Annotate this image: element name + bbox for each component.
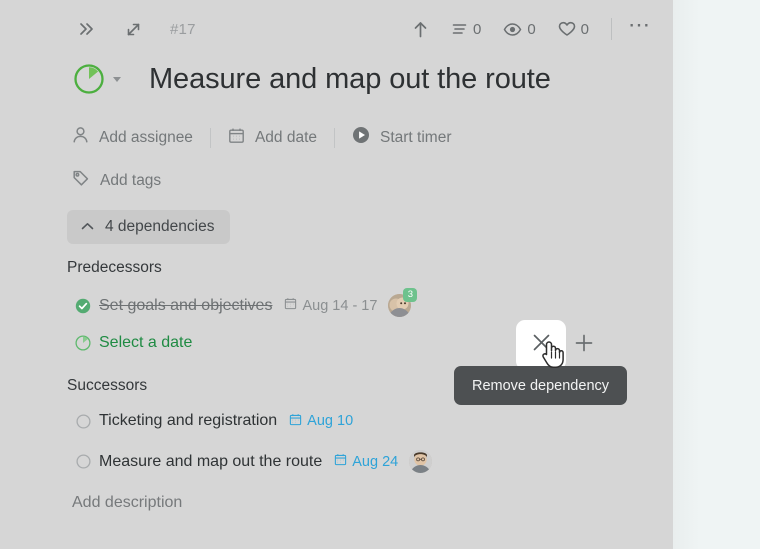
toolbar-left-group: #17	[0, 14, 196, 44]
double-chevron-right-icon[interactable]	[72, 14, 102, 44]
add-date-button[interactable]: Add date	[228, 127, 317, 149]
add-assignee-button[interactable]: Add assignee	[72, 126, 193, 149]
app-root: #17 0 0 0 ⋯ Measure and map out the rout…	[0, 0, 760, 549]
play-circle-icon	[352, 126, 370, 149]
ellipsis-icon[interactable]: ⋯	[628, 14, 651, 38]
add-assignee-label: Add assignee	[99, 128, 193, 146]
likes-stat[interactable]: 0	[558, 21, 589, 38]
toolbar-right-group: 0 0 0 ⋯	[412, 14, 673, 40]
predecessor-date[interactable]: Aug 14 - 17	[284, 297, 377, 314]
task-detail-panel: #17 0 0 0 ⋯ Measure and map out the rout…	[0, 0, 673, 549]
watchers-count: 0	[527, 20, 536, 38]
task-title-row: Measure and map out the route	[72, 62, 551, 96]
dependencies-toggle[interactable]: 4 dependencies	[67, 210, 231, 244]
comments-count: 0	[472, 20, 482, 38]
likes-count: 0	[580, 20, 589, 38]
successor-row-2[interactable]: Measure and map out the route Aug 24	[72, 450, 433, 473]
start-timer-button[interactable]: Start timer	[352, 126, 451, 149]
tag-icon	[72, 169, 90, 192]
avatar-image	[409, 450, 433, 473]
action-divider	[209, 127, 211, 148]
toolbar-divider	[611, 18, 612, 40]
share-button[interactable]	[412, 20, 429, 39]
comments-stat[interactable]: 0	[451, 21, 481, 38]
dependencies-toggle-label: 4 dependencies	[105, 218, 215, 235]
chevron-up-icon	[81, 218, 94, 236]
successor-title[interactable]: Ticketing and registration	[99, 412, 277, 430]
task-actions-row: Add assignee Add date Start timer	[72, 126, 451, 149]
page-title[interactable]: Measure and map out the route	[149, 63, 551, 96]
tooltip-remove-dependency: Remove dependency	[454, 366, 627, 405]
add-tags-button[interactable]: Add tags	[72, 169, 161, 192]
predecessor-row-2[interactable]: Select a date	[72, 334, 192, 352]
watchers-stat[interactable]: 0	[503, 20, 536, 38]
predecessor-row-1[interactable]: Set goals and objectives Aug 14 - 17 3	[72, 288, 418, 317]
task-actions-row-2: Add tags	[72, 169, 161, 192]
status-pie-green-icon[interactable]	[72, 335, 94, 351]
predecessor-select-date-link[interactable]: Select a date	[99, 334, 192, 352]
calendar-icon	[334, 453, 347, 470]
predecessors-heading: Predecessors	[67, 259, 162, 276]
status-pie-icon[interactable]	[72, 62, 106, 96]
calendar-icon	[289, 413, 302, 430]
remove-dependency-button[interactable]	[516, 320, 566, 370]
add-dependency-button[interactable]	[572, 333, 596, 357]
successor-date-label: Aug 10	[307, 413, 354, 429]
calendar-icon	[228, 127, 245, 149]
calendar-icon	[284, 297, 297, 314]
status-caret-down-icon[interactable]	[113, 76, 121, 82]
check-circle-filled-icon[interactable]	[72, 298, 94, 314]
circle-outline-icon[interactable]	[72, 454, 94, 469]
action-divider	[334, 127, 335, 148]
person-icon	[72, 126, 89, 149]
diagonal-arrows-icon[interactable]	[118, 14, 148, 44]
start-timer-label: Start timer	[380, 128, 452, 146]
successor-row-1[interactable]: Ticketing and registration Aug 10	[72, 412, 353, 430]
task-id[interactable]: #17	[170, 21, 196, 38]
avatar[interactable]: 3	[388, 288, 418, 317]
avatar-badge: 3	[403, 288, 418, 302]
add-description-field[interactable]: Add description	[72, 494, 182, 512]
predecessor-title[interactable]: Set goals and objectives	[99, 297, 272, 315]
avatar[interactable]	[409, 450, 433, 473]
add-tags-label: Add tags	[100, 171, 162, 189]
add-date-label: Add date	[254, 128, 317, 146]
successor-date[interactable]: Aug 10	[289, 413, 353, 430]
tooltip-label: Remove dependency	[471, 377, 610, 394]
predecessor-date-label: Aug 14 - 17	[302, 297, 378, 314]
close-x-icon	[531, 332, 552, 358]
plus-icon	[573, 332, 595, 359]
successor-date[interactable]: Aug 24	[334, 453, 398, 470]
task-toolbar: #17 0 0 0 ⋯	[0, 0, 673, 58]
successor-date-label: Aug 24	[352, 453, 399, 470]
circle-outline-icon[interactable]	[72, 413, 94, 429]
successor-title[interactable]: Measure and map out the route	[99, 453, 322, 471]
successors-heading: Successors	[67, 377, 148, 394]
